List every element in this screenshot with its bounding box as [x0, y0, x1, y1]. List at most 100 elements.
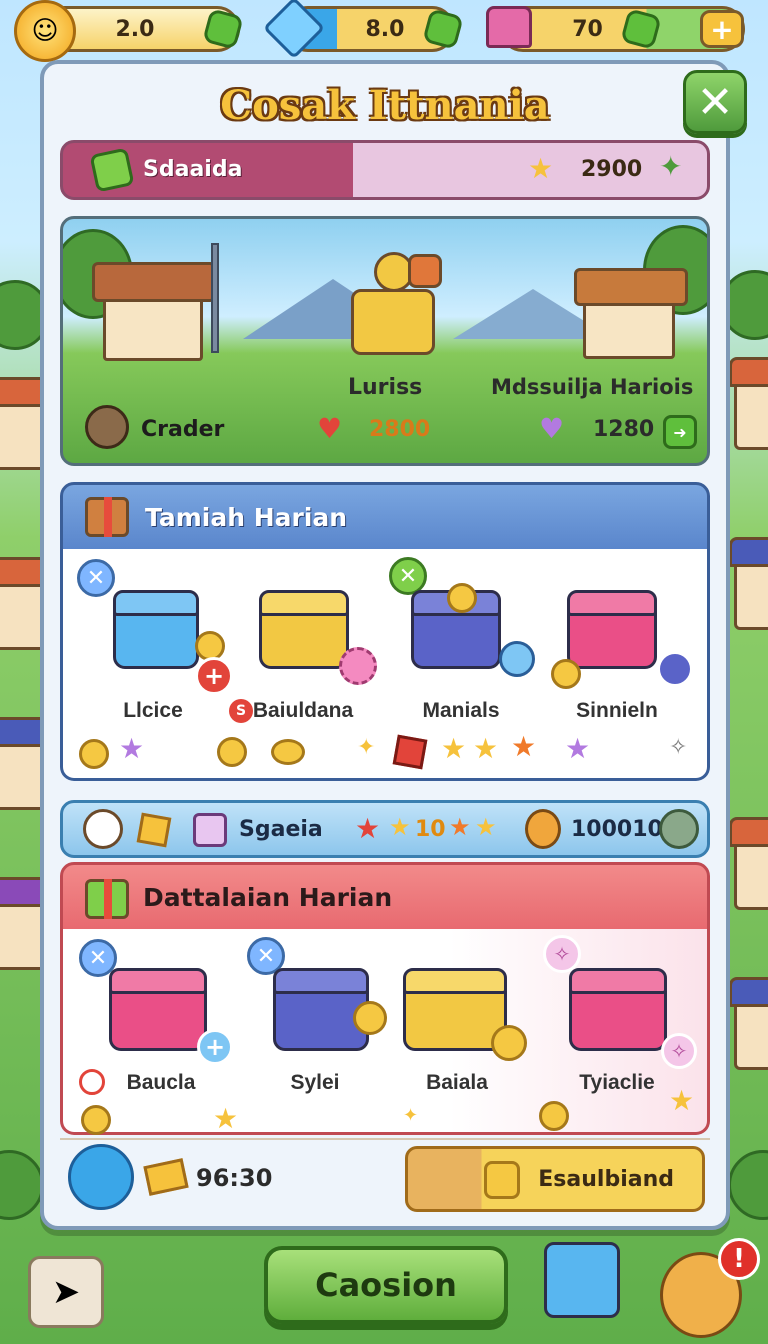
- pink-gear-icon: [339, 647, 377, 685]
- list-label-3: Baiala: [426, 1071, 488, 1094]
- task-box-1[interactable]: [113, 590, 199, 669]
- coin-icon: [353, 1001, 387, 1035]
- village-scene: Luriss Mdssuilja Hariois Crader ♥ 2800 ♥…: [60, 216, 710, 466]
- main-action-button[interactable]: Caosion: [264, 1246, 508, 1324]
- dice-avatar[interactable]: [68, 1144, 134, 1210]
- yellow-gem-icon: [136, 812, 172, 848]
- daily-list-header: Dattalaian Harian: [60, 862, 710, 932]
- star-icon: ★: [441, 732, 467, 765]
- daily-tasks-title: Tamiah Harian: [145, 503, 348, 532]
- fox-icon: [525, 809, 561, 849]
- panel-title: Cosak Ittnania: [220, 82, 550, 129]
- sparkle-icon: ✧: [669, 735, 688, 760]
- coin-icon: [539, 1101, 569, 1131]
- heart-icon: ♥: [317, 412, 343, 445]
- right-location-label: Mdssuilja Hariois: [491, 375, 694, 399]
- resource-name: Sdaaida: [143, 157, 243, 182]
- blue-box-prop: [544, 1242, 620, 1318]
- character-name: Crader: [141, 417, 225, 442]
- list-box-1[interactable]: [109, 968, 207, 1051]
- right-cottage: [574, 268, 688, 359]
- strip-name: Sgaeia: [239, 817, 323, 842]
- tree: [728, 1150, 768, 1220]
- red-star-icon: ★: [355, 812, 381, 845]
- daily-tasks-body: ✕ + Llcice S Baiuldana ✕ Manials Sinniel…: [60, 549, 710, 781]
- green-block-icon: [89, 147, 135, 193]
- cat-icon: [83, 809, 123, 849]
- list-label-1: Baucla: [126, 1071, 196, 1094]
- task-box-4[interactable]: [567, 590, 657, 669]
- close-icon[interactable]: ✕: [77, 559, 115, 597]
- plus-icon[interactable]: +: [197, 1029, 233, 1065]
- red-cube-icon: [392, 734, 428, 770]
- list-label-2: Sylei: [290, 1071, 340, 1094]
- purple-heart-icon: ♥: [539, 412, 565, 445]
- tree: [0, 1150, 44, 1220]
- coin-icon: [551, 659, 581, 689]
- purple-heart-value: 1280: [593, 417, 655, 442]
- footer-bar: 96:30 Esaulbiand: [60, 1138, 710, 1218]
- exchange-label: Esaulbiand: [538, 1166, 674, 1192]
- star-icon: ★: [669, 1084, 695, 1117]
- close-button[interactable]: ✕: [683, 70, 747, 134]
- left-cottage: [92, 262, 216, 361]
- lamp-post: [211, 243, 219, 353]
- gift-icon: [85, 497, 129, 537]
- house-icon: [486, 6, 532, 48]
- coin-icon: [271, 739, 305, 765]
- star-icon: ★: [389, 813, 411, 841]
- house: [729, 357, 768, 450]
- exchange-button[interactable]: Esaulbiand: [405, 1146, 705, 1212]
- daily-tasks-header: Tamiah Harian: [60, 482, 710, 552]
- arrow-right-button[interactable]: ➜: [663, 415, 697, 449]
- star-icon: ★: [475, 813, 497, 841]
- star-icon: ★: [213, 1102, 239, 1135]
- cat-green-icon: [659, 809, 699, 849]
- purple-star-icon: ★: [565, 732, 591, 765]
- coin-stack-icon: [79, 739, 109, 769]
- cursor-button[interactable]: ➤: [28, 1256, 104, 1328]
- sparkle-badge-icon: ✧: [661, 1033, 697, 1069]
- alert-badge[interactable]: !: [718, 1238, 760, 1280]
- heart-value: 2800: [369, 417, 431, 442]
- star-icon: ★: [449, 813, 471, 841]
- coin-icon: [447, 583, 477, 613]
- chest-label: Luriss: [348, 375, 423, 400]
- house: [729, 977, 768, 1070]
- star-icon: ★: [511, 730, 537, 763]
- task-label-2: Baiuldana: [252, 699, 354, 722]
- daily-list-title: Dattalaian Harian: [143, 883, 393, 912]
- gift-icon: [85, 879, 129, 919]
- sun-icon: ☺: [14, 0, 76, 62]
- resource-bar: Sdaaida ★ 2900 ✦: [60, 140, 710, 200]
- coin-icon: [491, 1025, 527, 1061]
- timer-value: 96:30: [196, 1164, 273, 1192]
- plus-icon[interactable]: +: [195, 657, 233, 695]
- purple-star-icon: ★: [119, 732, 145, 765]
- coin-stack-icon: [484, 1161, 520, 1199]
- status-strip: Sgaeia ★ ★ 10 ★ ★ 100010: [60, 800, 710, 858]
- coin-icon: [217, 737, 247, 767]
- add-currency-button[interactable]: +: [700, 10, 744, 48]
- dice-icon: [193, 813, 227, 847]
- task-label-4: Sinnieln: [576, 699, 658, 722]
- coin-icon: [81, 1105, 111, 1135]
- task-label-3: Manials: [422, 699, 500, 722]
- cursor-icon: ➤: [51, 1272, 81, 1312]
- sparkle-icon: ✦: [403, 1105, 419, 1126]
- sparkle-badge-icon: ✧: [543, 935, 581, 973]
- cheese-icon: [143, 1158, 189, 1196]
- blue-disc-icon: [499, 641, 535, 677]
- task-box-2[interactable]: [259, 590, 349, 669]
- strip-score: 100010: [571, 817, 663, 842]
- sparkle-icon: ✦: [357, 735, 376, 760]
- star-icon: ★: [528, 152, 554, 185]
- task-label-1: Llcice: [123, 699, 183, 722]
- cat-avatar: [85, 405, 129, 449]
- leaf-icon: ✦: [659, 150, 683, 183]
- treasure-chest[interactable]: [351, 252, 442, 355]
- daily-list-body: ✕ + Baucla ★ ✕ Sylei Baiala ✦ ✧ ✧ Tyiacl…: [60, 929, 710, 1135]
- list-box-4[interactable]: [569, 968, 667, 1051]
- star-icon: ★: [473, 732, 499, 765]
- moon-icon[interactable]: [657, 651, 693, 687]
